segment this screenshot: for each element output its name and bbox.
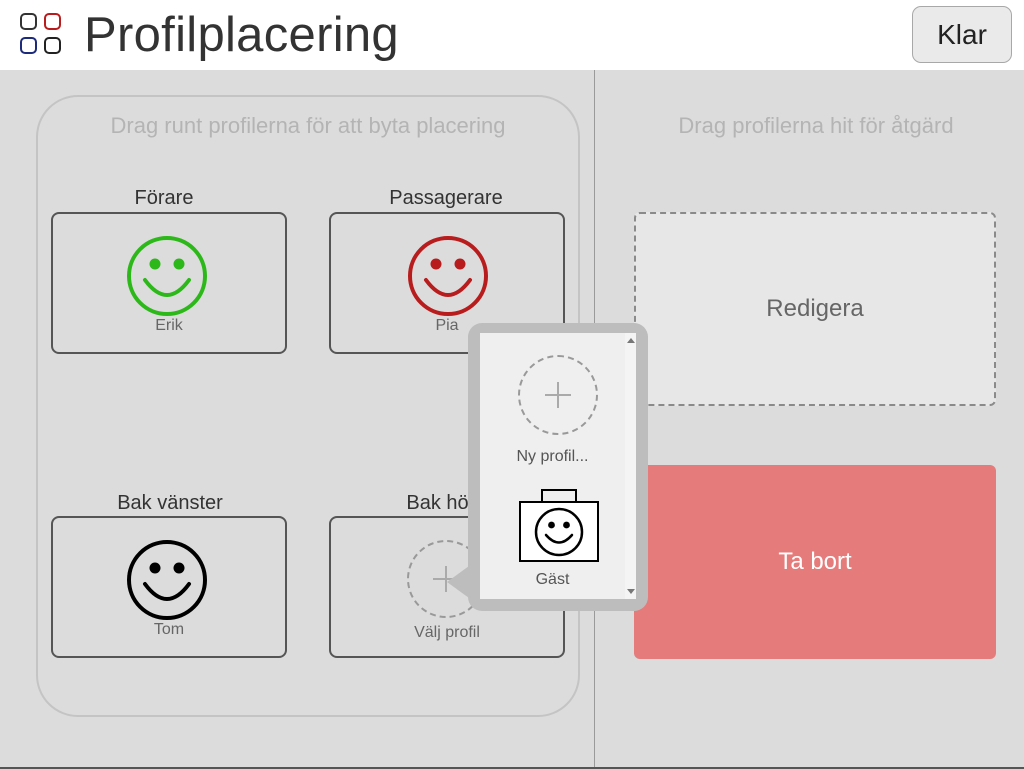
new-profile-label: Ny profil... (516, 448, 589, 465)
guest-profile-option[interactable]: Gäst (480, 488, 625, 598)
app-logo-icon (20, 13, 66, 59)
new-profile-option[interactable]: Ny profil... (480, 349, 625, 465)
profile-picker-popover: Ny profil... Gäst (468, 323, 648, 611)
smiley-face-icon (127, 236, 207, 316)
remove-drop-zone[interactable]: Ta bort (634, 465, 996, 659)
action-panel-hint: Drag profilerna hit för åtgärd (678, 113, 954, 138)
profile-name: Tom (153, 621, 185, 638)
seat-panel-hint: Drag runt profilerna för att byta placer… (110, 113, 506, 138)
seat-label-rear-left: Bak vänster (117, 492, 223, 514)
guest-badge-icon (519, 489, 599, 562)
seat-label-driver: Förare (134, 187, 194, 209)
page-title: Profilplacering (84, 8, 399, 62)
done-button[interactable]: Klar (912, 6, 1012, 63)
guest-label: Gäst (535, 571, 570, 588)
edit-label: Redigera (766, 295, 864, 322)
seat-card-driver[interactable]: Erik (51, 212, 287, 354)
popover-scrollbar[interactable] (625, 333, 636, 599)
scroll-down-icon[interactable] (627, 589, 635, 594)
add-profile-icon (518, 355, 598, 435)
profile-name: Erik (155, 317, 183, 334)
popover-arrow (447, 566, 469, 598)
seat-label-passenger: Passagerare (389, 187, 503, 209)
edit-drop-zone[interactable]: Redigera (634, 212, 996, 406)
smiley-face-icon (408, 236, 488, 316)
remove-label: Ta bort (778, 548, 852, 575)
smiley-face-icon (127, 540, 207, 620)
seat-card-rear-left[interactable]: Tom (51, 516, 287, 658)
select-profile-label: Välj profil (414, 624, 480, 641)
profile-picker-list: Ny profil... Gäst (480, 333, 625, 599)
scroll-up-icon[interactable] (627, 338, 635, 343)
header: Profilplacering Klar (0, 0, 1024, 70)
